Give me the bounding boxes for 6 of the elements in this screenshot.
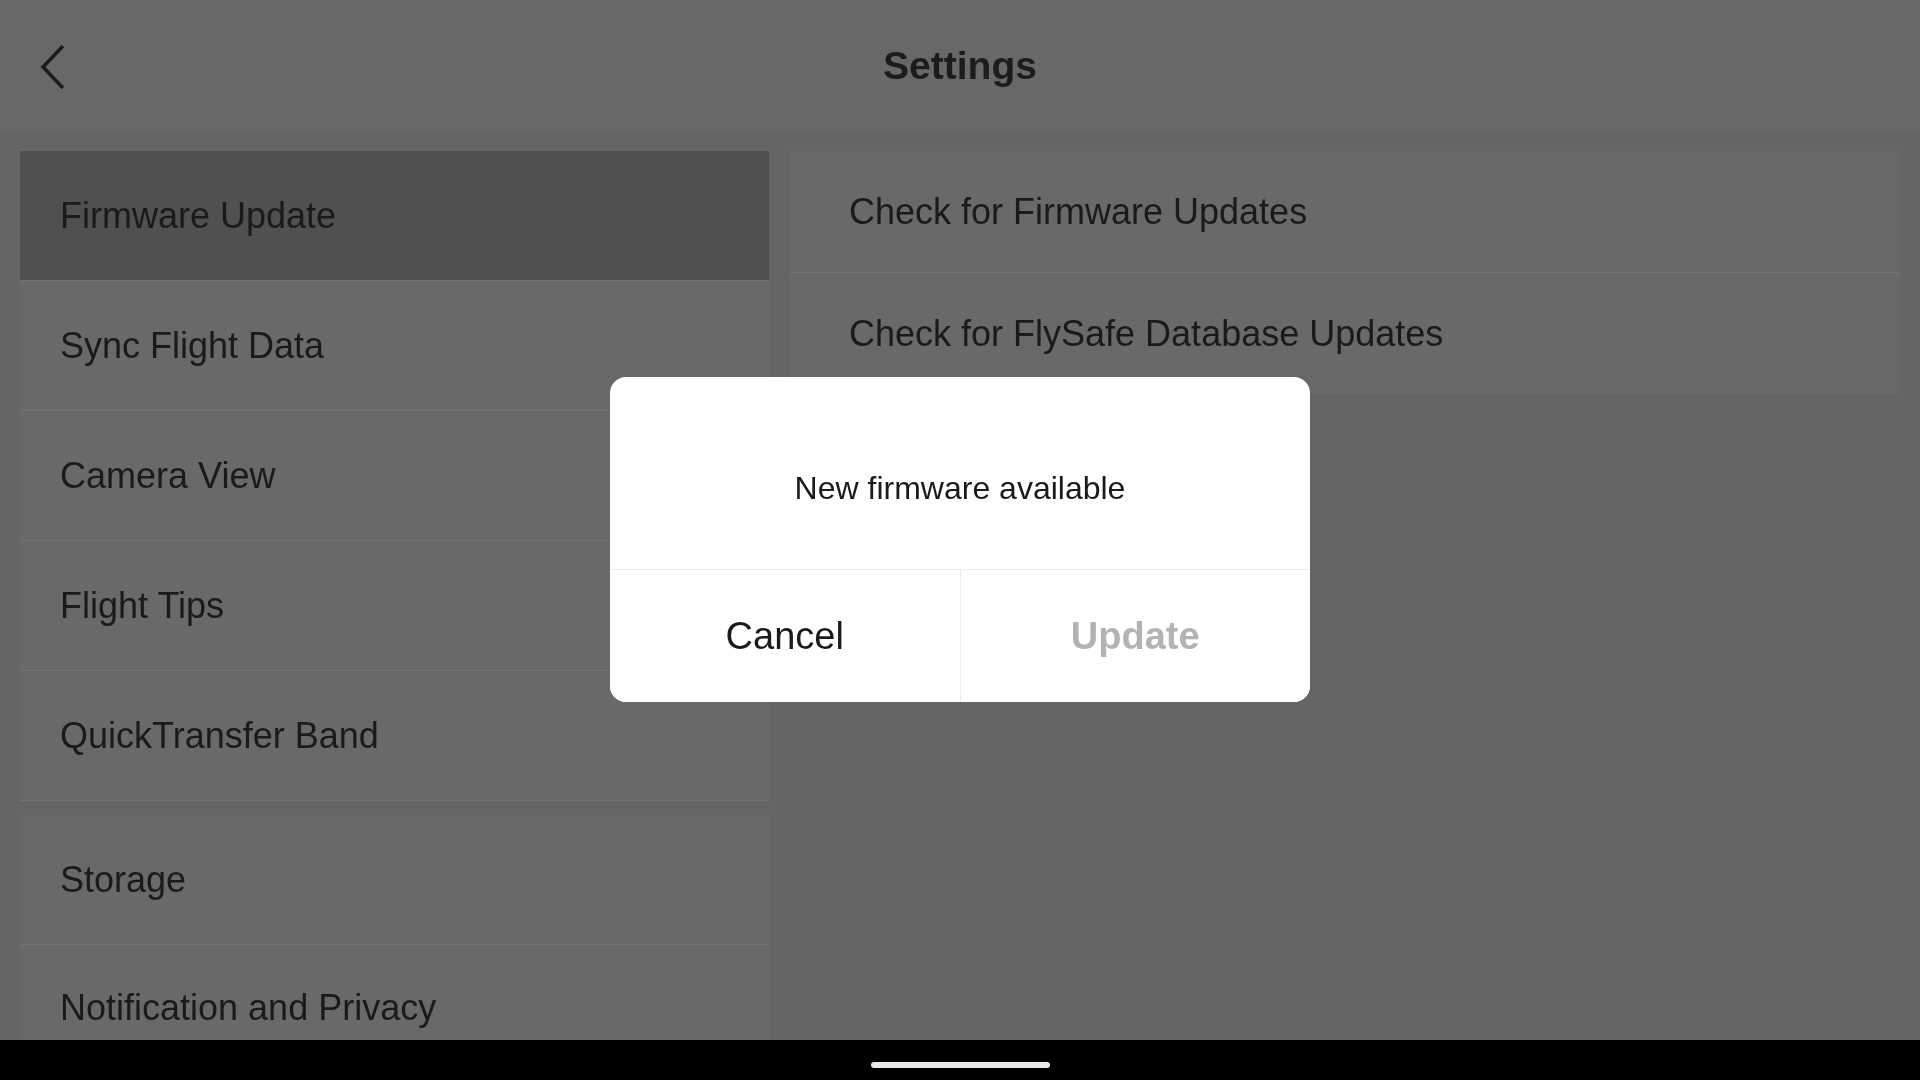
settings-option[interactable]: Check for Firmware Updates <box>789 151 1900 273</box>
back-icon[interactable] <box>40 44 66 90</box>
sidebar-item[interactable]: Storage <box>20 815 769 945</box>
page-title: Settings <box>883 44 1037 88</box>
sidebar-item[interactable]: Firmware Update <box>20 151 769 281</box>
sidebar-item[interactable]: Notification and Privacy <box>20 945 769 1031</box>
